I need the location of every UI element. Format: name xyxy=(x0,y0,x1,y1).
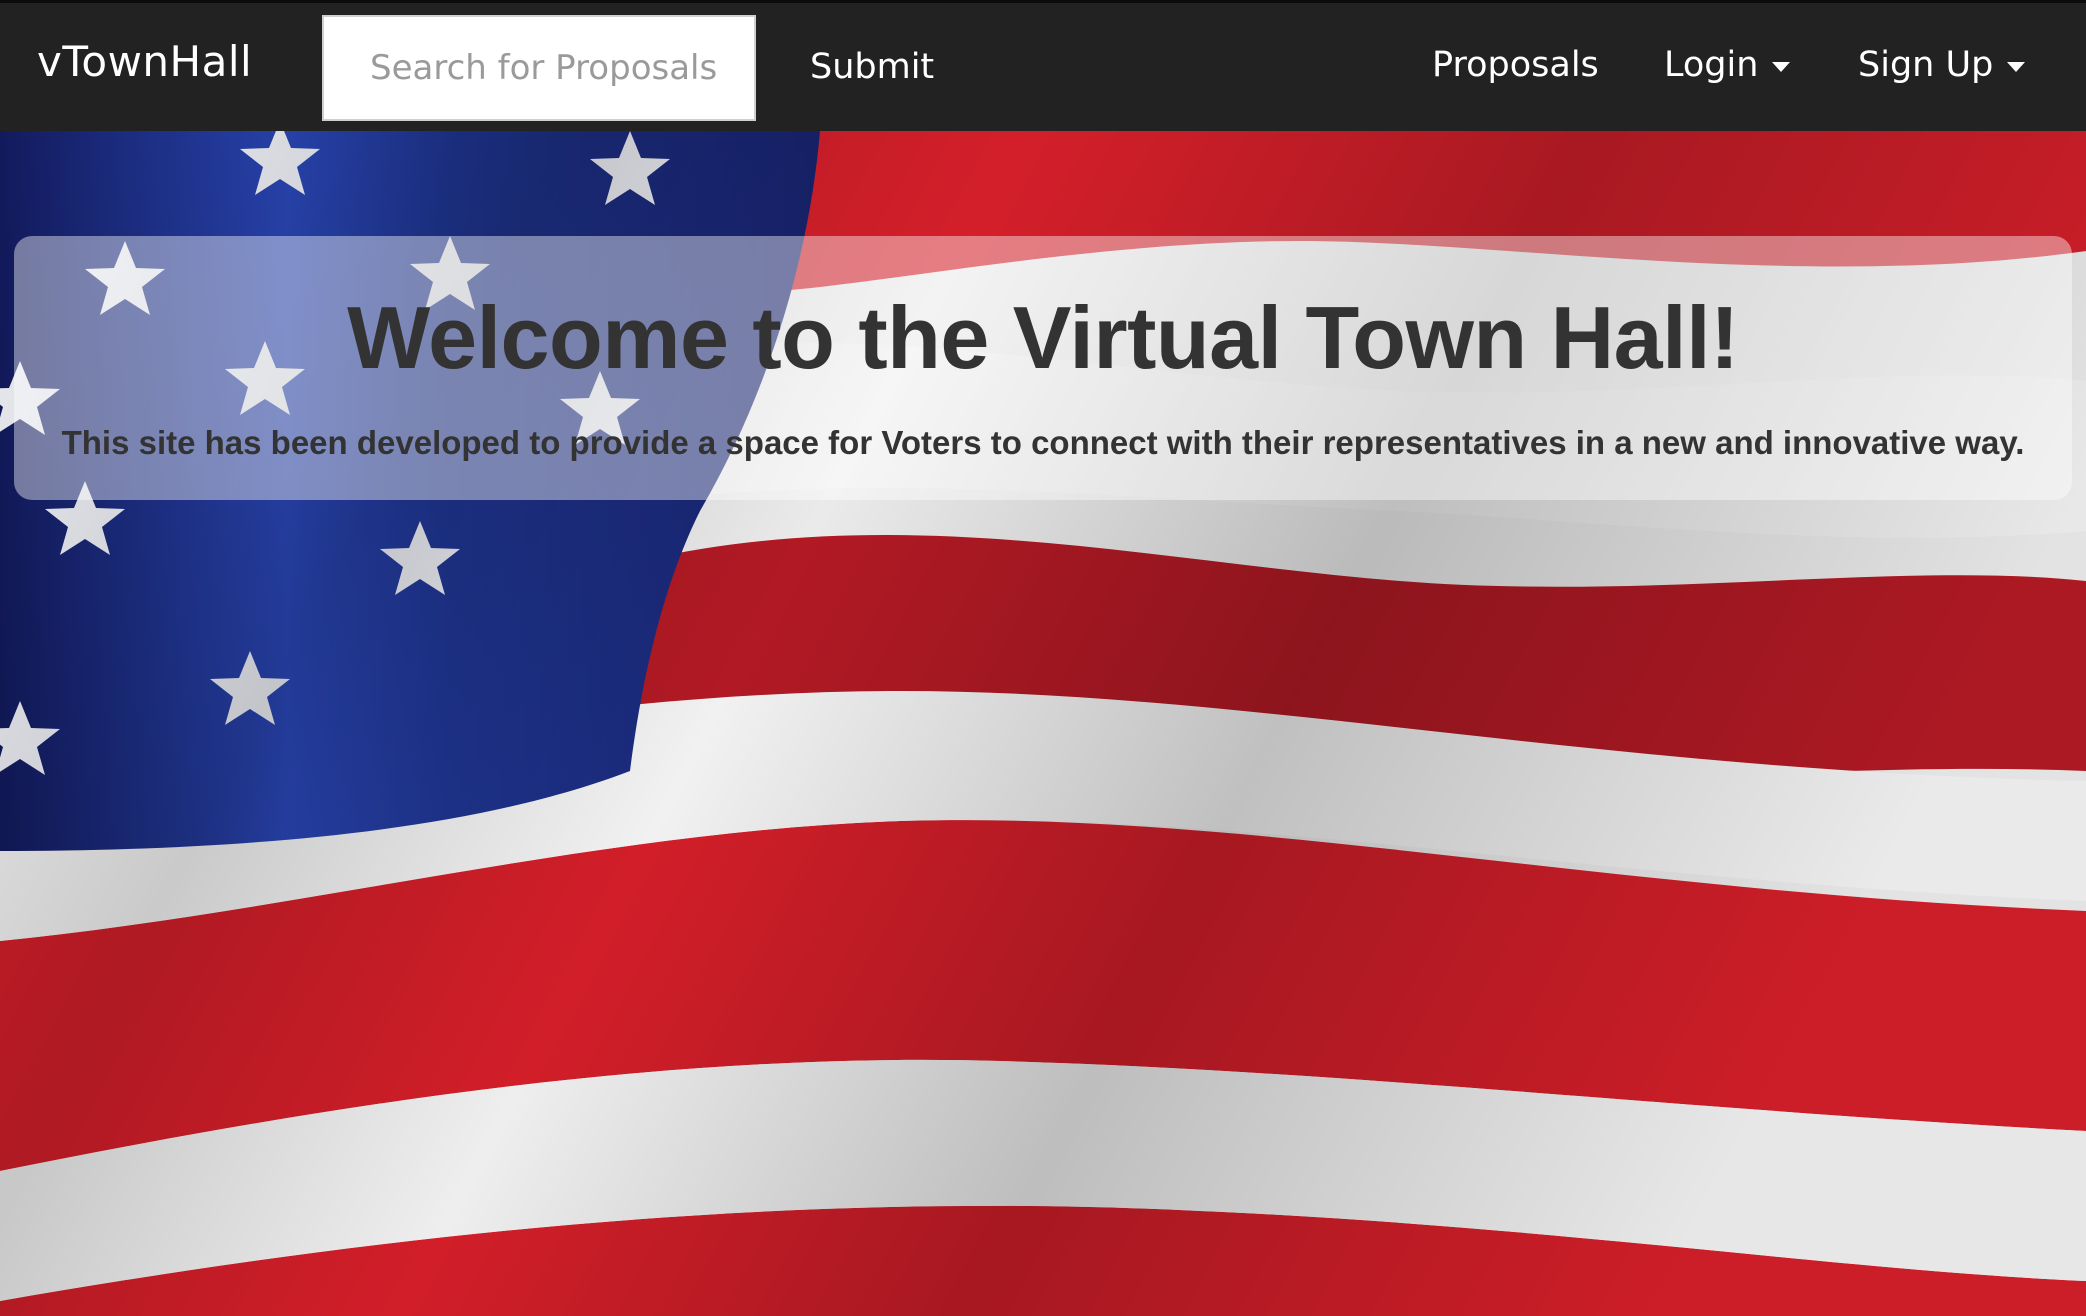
page: vTownHall Submit Proposals Login Sign Up xyxy=(0,0,2086,1316)
brand-logo[interactable]: vTownHall xyxy=(37,37,252,86)
page-title: Welcome to the Virtual Town Hall! xyxy=(347,288,1739,387)
nav-proposals-link[interactable]: Proposals xyxy=(1432,45,1599,85)
navbar: vTownHall Submit Proposals Login Sign Up xyxy=(0,0,2086,131)
search-input[interactable] xyxy=(324,17,754,119)
caret-down-icon xyxy=(1772,62,1791,72)
page-subtitle: This site has been developed to provide … xyxy=(61,424,2025,461)
nav-signup-label: Sign Up xyxy=(1858,45,1994,85)
nav-proposals-label: Proposals xyxy=(1432,45,1599,85)
nav-login-label: Login xyxy=(1664,45,1759,85)
nav-signup-dropdown[interactable]: Sign Up xyxy=(1858,45,2026,85)
submit-button[interactable]: Submit xyxy=(810,47,934,87)
caret-down-icon xyxy=(2007,62,2026,72)
search-box xyxy=(322,15,756,121)
nav-login-dropdown[interactable]: Login xyxy=(1664,45,1791,85)
welcome-jumbotron: Welcome to the Virtual Town Hall! This s… xyxy=(14,236,2072,500)
